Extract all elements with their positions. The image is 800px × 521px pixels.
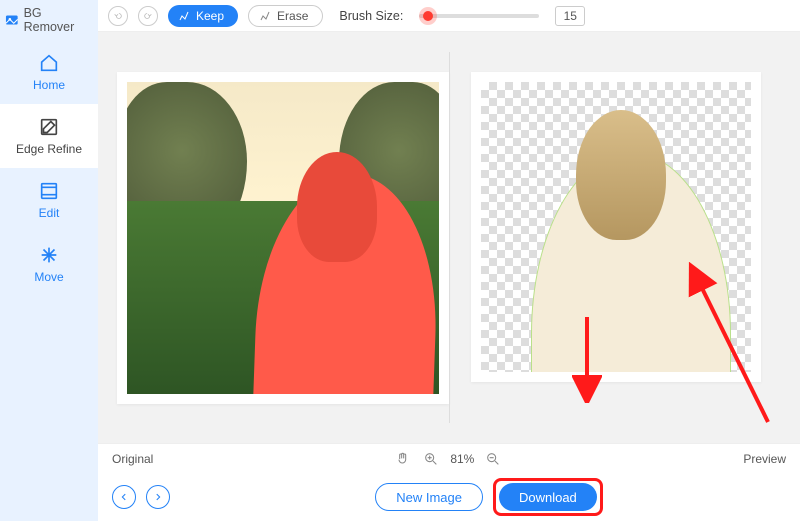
toolbar: Keep Erase Brush Size: 15 <box>98 0 800 32</box>
original-label: Original <box>112 452 153 466</box>
pan-tool-button[interactable] <box>394 450 412 468</box>
panel-divider <box>449 52 450 423</box>
original-image[interactable] <box>127 82 439 394</box>
zoom-out-button[interactable] <box>484 450 502 468</box>
sidebar-item-move[interactable]: Move <box>0 232 98 296</box>
preview-image-frame <box>471 72 761 382</box>
download-label: Download <box>519 490 577 505</box>
preview-image[interactable] <box>481 82 751 372</box>
nav-arrows <box>112 485 170 509</box>
bottom-bar: New Image Download <box>98 473 800 521</box>
next-image-button[interactable] <box>146 485 170 509</box>
erase-button[interactable]: Erase <box>248 5 323 27</box>
zoom-level: 81% <box>450 452 474 466</box>
zoom-out-icon <box>485 451 501 467</box>
prev-image-button[interactable] <box>112 485 136 509</box>
hand-icon <box>395 451 411 467</box>
keep-button[interactable]: Keep <box>168 5 238 27</box>
sidebar-item-home[interactable]: Home <box>0 40 98 104</box>
preview-panel <box>449 72 782 425</box>
move-icon <box>38 244 60 266</box>
chevron-right-icon <box>153 492 163 502</box>
home-icon <box>38 52 60 74</box>
zoom-in-icon <box>423 451 439 467</box>
brand-logo: BG Remover <box>0 0 98 40</box>
canvas-area <box>98 32 800 443</box>
erase-label: Erase <box>277 9 308 23</box>
main-area: Keep Erase Brush Size: 15 <box>98 0 800 521</box>
status-bar: Original 81% Preview <box>98 443 800 473</box>
zoom-in-button[interactable] <box>422 450 440 468</box>
chevron-left-icon <box>119 492 129 502</box>
undo-button[interactable] <box>108 6 128 26</box>
sidebar-item-edit[interactable]: Edit <box>0 168 98 232</box>
keep-label: Keep <box>196 9 224 23</box>
download-button[interactable]: Download <box>499 483 597 511</box>
edit-icon <box>38 180 60 202</box>
brush-erase-icon <box>259 10 271 22</box>
brush-size-label: Brush Size: <box>339 9 403 23</box>
brush-size-value[interactable]: 15 <box>555 6 585 26</box>
sidebar-item-label: Edge Refine <box>16 142 82 156</box>
new-image-button[interactable]: New Image <box>375 483 483 511</box>
undo-icon <box>113 11 123 21</box>
sidebar-item-edge-refine[interactable]: Edge Refine <box>0 104 98 168</box>
redo-button[interactable] <box>138 6 158 26</box>
edge-refine-icon <box>38 116 60 138</box>
brush-size-slider[interactable] <box>419 14 539 18</box>
original-image-frame <box>117 72 449 404</box>
logo-icon <box>4 12 20 28</box>
slider-thumb[interactable] <box>423 11 433 21</box>
sidebar-item-label: Home <box>33 78 65 92</box>
brand-title: BG Remover <box>24 6 94 34</box>
sidebar-item-label: Edit <box>39 206 60 220</box>
brush-keep-icon <box>178 10 190 22</box>
sidebar-item-label: Move <box>34 270 63 284</box>
preview-label: Preview <box>743 452 786 466</box>
redo-icon <box>143 11 153 21</box>
new-image-label: New Image <box>396 490 462 505</box>
original-panel <box>116 72 449 425</box>
sidebar: BG Remover Home Edge Refine Edit Move <box>0 0 98 521</box>
